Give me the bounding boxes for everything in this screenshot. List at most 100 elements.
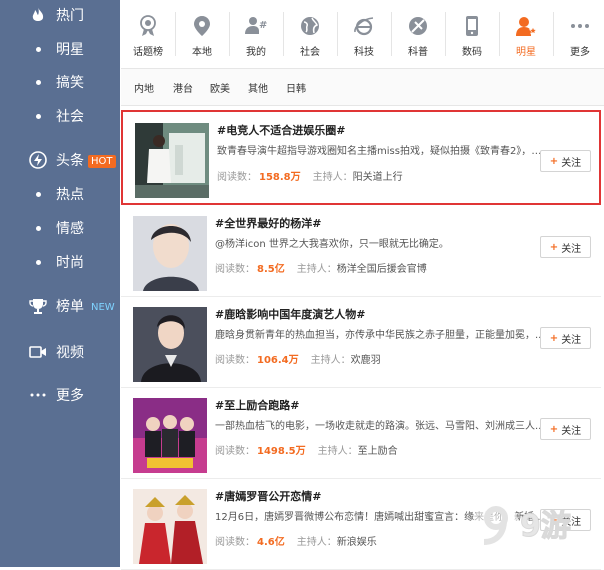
hot-badge: HOT [88, 154, 116, 168]
reads-label: 阅读数： [215, 446, 255, 457]
sidebar-item-fashion[interactable]: 时尚 [0, 247, 120, 277]
medal-icon [140, 15, 156, 36]
region-tabs: 内地 港台 欧美 其他 日韩 [121, 69, 604, 106]
reads-label: 阅读数： [215, 355, 255, 366]
host-name[interactable]: 杨洋全国后援会官博 [337, 264, 427, 275]
topic-thumbnail [133, 398, 207, 473]
category-more[interactable]: 更多 [553, 6, 604, 62]
follow-label: 关注 [561, 243, 582, 255]
topic-meta: 阅读数： 4.6亿 主持人：新浪娱乐 [215, 533, 377, 548]
sidebar-item-more[interactable]: 更多 [0, 380, 120, 410]
category-society[interactable]: 社会 [283, 6, 337, 62]
topic-card[interactable]: #全世界最好的杨洋# @杨洋icon 世界之大我喜欢你，只一眼就无比确定。 阅读… [121, 206, 601, 297]
phone-icon [466, 16, 478, 36]
read-count: 8.5亿 [257, 264, 285, 275]
host-name[interactable]: 至上励合 [358, 446, 398, 457]
topic-title[interactable]: #至上励合跑路# [215, 397, 299, 413]
sidebar-item-label: 热点 [56, 187, 84, 203]
bullet-dot-icon [36, 46, 41, 52]
category-stars[interactable]: 明星 [499, 6, 553, 62]
sidebar-item-rankings[interactable]: 榜单 NEW [0, 291, 120, 321]
globe-icon [301, 17, 319, 35]
sidebar-item-emotion[interactable]: 情感 [0, 213, 120, 243]
sidebar-item-video[interactable]: 视频 [0, 337, 120, 367]
host-label: 主持人： [310, 355, 351, 366]
host-name[interactable]: 阳关道上行 [353, 172, 403, 183]
read-count: 106.4万 [257, 355, 299, 366]
tab-west[interactable]: 欧美 [210, 80, 230, 95]
topic-meta: 阅读数： 106.4万 主持人：欢鹿羽 [215, 351, 381, 366]
follow-label: 关注 [561, 334, 582, 346]
sidebar-item-label: 时尚 [56, 255, 84, 271]
watermark-text: 9游 [520, 509, 571, 544]
category-mine[interactable]: # 我的 [229, 6, 283, 62]
category-local[interactable]: 本地 [175, 6, 229, 62]
read-count: 158.8万 [259, 172, 301, 183]
category-topic-rank[interactable]: 话题榜 [121, 6, 175, 62]
topic-card[interactable]: #鹿晗影响中国年度演艺人物# 鹿晗身贯新青年的热血担当，亦传承中华民族之赤子胆量… [121, 297, 601, 388]
category-digital[interactable]: 数码 [445, 6, 499, 62]
follow-button[interactable]: + 关注 [540, 236, 591, 258]
category-label: 本地 [192, 47, 212, 58]
sidebar-item-label: 情感 [56, 221, 84, 237]
sidebar-item-label-wrap: 榜单 NEW [56, 296, 118, 316]
location-pin-icon [194, 16, 210, 36]
host-label: 主持人： [296, 264, 337, 275]
topic-card[interactable]: #电竞人不适合进娱乐圈# 致青春导演牛超指导游戏圈知名主播miss拍戏，疑似拍摄… [121, 110, 601, 205]
bullet-dot-icon [36, 225, 41, 231]
topic-card[interactable]: #至上励合跑路# 一部热血桔飞的电影，一场收走就走的路演。张远、马雪阳、刘洲成三… [121, 388, 601, 479]
sidebar-item-stars[interactable]: 明星 [0, 34, 120, 64]
user-hash-icon: # [245, 17, 267, 34]
star-person-icon [516, 17, 538, 36]
plus-icon: + [549, 241, 559, 253]
category-label: 数码 [462, 47, 482, 58]
category-tech[interactable]: 科技 [337, 6, 391, 62]
topic-meta: 阅读数： 1498.5万 主持人：至上励合 [215, 442, 398, 457]
tab-mainland[interactable]: 内地 [134, 80, 154, 95]
read-count: 1498.5万 [257, 446, 306, 457]
plus-icon: + [549, 423, 559, 435]
follow-button[interactable]: + 关注 [540, 327, 591, 349]
sidebar-item-trending[interactable]: 热点 [0, 179, 120, 209]
left-sidebar: 热门 明星 搞笑 社会 头条 HOT 热点 情感 时尚 榜单 NEW 视频 更多 [0, 0, 120, 567]
tab-other[interactable]: 其他 [248, 80, 268, 95]
topic-title[interactable]: #全世界最好的杨洋# [215, 215, 321, 231]
read-count: 4.6亿 [257, 537, 285, 548]
tab-hk-tw[interactable]: 港台 [173, 80, 193, 95]
host-name[interactable]: 新浪娱乐 [337, 537, 377, 548]
sidebar-item-hot[interactable]: 热门 [0, 0, 120, 30]
satellite-icon [409, 17, 427, 35]
host-name[interactable]: 欢鹿羽 [351, 355, 381, 366]
reads-label: 阅读数： [217, 172, 257, 183]
more-dots-icon [571, 24, 589, 28]
follow-button[interactable]: + 关注 [540, 418, 591, 440]
sidebar-item-label: 热门 [56, 8, 84, 24]
host-label: 主持人： [317, 446, 358, 457]
sidebar-item-label: 更多 [56, 388, 84, 404]
topic-thumbnail [133, 489, 207, 564]
topic-description: 致青春导演牛超指导游戏圈知名主播miss拍戏，疑似拍摄《致青春2》，从... [217, 146, 547, 157]
topic-title[interactable]: #唐嫣罗晋公开恋情# [215, 488, 321, 504]
sidebar-item-funny[interactable]: 搞笑 [0, 67, 120, 97]
follow-button[interactable]: + 关注 [540, 150, 591, 172]
sidebar-item-society[interactable]: 社会 [0, 101, 120, 131]
plus-icon: + [549, 332, 559, 344]
topic-description: @杨洋icon 世界之大我喜欢你，只一眼就无比确定。 [215, 239, 449, 250]
topic-description: 一部热血桔飞的电影，一场收走就走的路演。张远、马雪阳、刘洲成三人... [215, 421, 545, 432]
sidebar-item-label: 搞笑 [56, 75, 84, 91]
site-watermark-logo: 9游 [468, 488, 588, 558]
new-badge: NEW [91, 301, 115, 313]
sidebar-item-headlines[interactable]: 头条 HOT [0, 145, 120, 175]
topic-thumbnail [133, 216, 207, 291]
category-bar: 话题榜 本地 # 我的 社会 科技 科普 数码 明星 更多 [121, 0, 604, 69]
category-label: 科技 [354, 47, 374, 58]
topic-title[interactable]: #鹿晗影响中国年度演艺人物# [215, 306, 365, 322]
topic-title[interactable]: #电竞人不适合进娱乐圈# [217, 122, 345, 138]
follow-label: 关注 [561, 425, 582, 437]
tab-jp-kr[interactable]: 日韩 [286, 80, 306, 95]
host-label: 主持人： [312, 172, 353, 183]
category-science[interactable]: 科普 [391, 6, 445, 62]
topic-meta: 阅读数： 158.8万 主持人：阳关道上行 [217, 168, 403, 183]
bullet-dot-icon [36, 259, 41, 265]
topic-description: 鹿晗身贯新青年的热血担当，亦传承中华民族之赤子胆量，正能量加冕，... [215, 330, 545, 341]
